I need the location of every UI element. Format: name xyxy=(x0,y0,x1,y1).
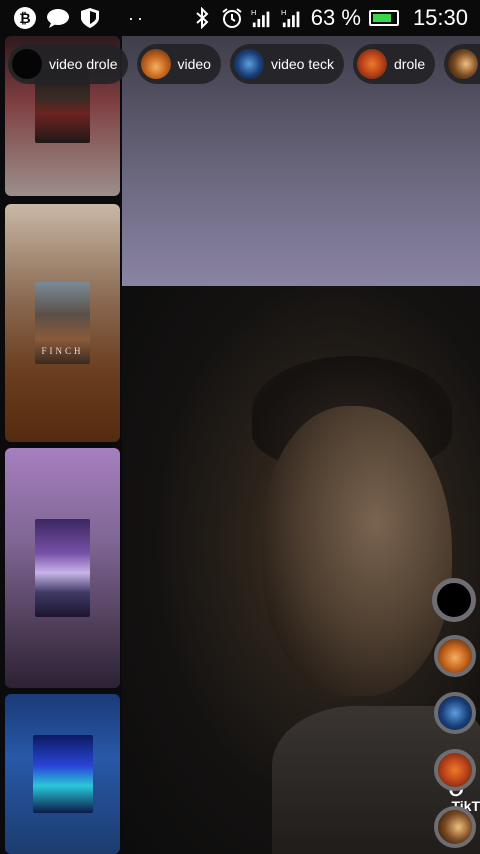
neon-room-poster xyxy=(32,735,93,813)
chip-video[interactable]: video xyxy=(136,44,221,84)
chip-thumb xyxy=(233,49,264,79)
preview-card-2[interactable]: FINCH xyxy=(5,204,120,442)
video-viewer[interactable]: TikT xyxy=(122,36,480,854)
chip-label: video teck xyxy=(270,56,335,72)
chip-label: video drole xyxy=(49,56,118,72)
battery-icon xyxy=(368,10,399,26)
preview-card-4[interactable] xyxy=(5,694,120,854)
svg-text:H: H xyxy=(281,8,286,17)
battery-percent: 63 % xyxy=(310,5,361,30)
chip-thumb xyxy=(140,49,171,79)
finch-poster-title: FINCH xyxy=(41,346,84,356)
status-bar: ₿ ·· H H 63 % 15:30 xyxy=(0,0,480,36)
signal-2-icon: H xyxy=(281,8,300,28)
finch-poster: FINCH xyxy=(35,282,90,364)
chip-drole[interactable]: drole xyxy=(353,44,436,84)
rail-avatar-5[interactable] xyxy=(434,806,476,848)
signal-1-icon: H xyxy=(251,8,270,28)
rail-avatar-4[interactable] xyxy=(434,749,476,791)
status-left-icons: ₿ ·· xyxy=(14,7,146,29)
notification-dots: ·· xyxy=(128,7,146,28)
rail-avatar-2[interactable] xyxy=(434,635,476,677)
category-chips: video drole video video teck drole m xyxy=(0,44,480,86)
video-frame[interactable]: TikT xyxy=(122,286,480,854)
chip-video-teck[interactable]: video teck xyxy=(229,44,345,84)
clock: 15:30 xyxy=(412,5,468,30)
rail-avatar-3[interactable] xyxy=(434,692,476,734)
chip-more[interactable]: m xyxy=(444,44,480,84)
chip-thumb xyxy=(448,49,479,79)
chip-thumb xyxy=(12,49,42,79)
chip-label: video xyxy=(177,56,211,72)
rail-avatar-1[interactable] xyxy=(432,578,476,622)
bluetooth-icon xyxy=(196,7,209,29)
shield-icon xyxy=(81,8,99,28)
preview-card-3[interactable] xyxy=(5,448,120,688)
chat-icon xyxy=(47,9,69,28)
chip-thumb xyxy=(357,49,388,79)
status-right-icons: H H 63 % 15:30 xyxy=(191,5,468,31)
gaming-room-poster xyxy=(35,519,90,617)
chip-video-drole[interactable]: video drole xyxy=(8,44,128,84)
svg-text:H: H xyxy=(251,8,256,17)
bitcoin-icon: ₿ xyxy=(14,7,36,29)
left-preview-column[interactable]: FINCH xyxy=(0,36,122,854)
chip-label: drole xyxy=(394,56,426,72)
alarm-icon xyxy=(222,8,242,28)
video-subject-face xyxy=(262,406,452,696)
